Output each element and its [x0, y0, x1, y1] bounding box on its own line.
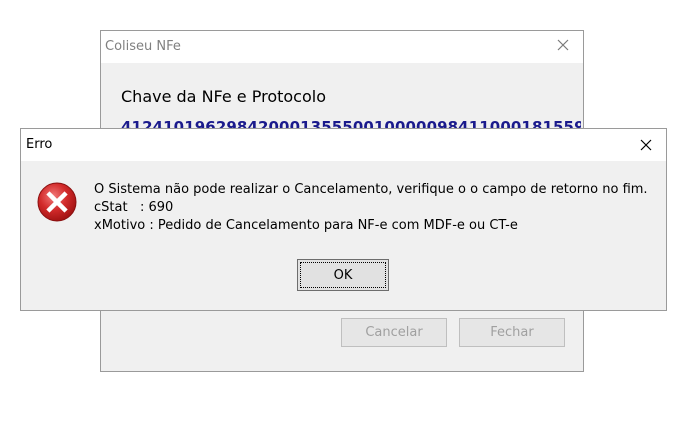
error-dialog: Erro O Sistema não pode realizar o Cance…: [20, 128, 667, 311]
error-dialog-titlebar: Erro: [21, 129, 666, 161]
close-icon[interactable]: [555, 37, 571, 53]
ok-button-label: OK: [300, 262, 386, 288]
coliseu-titlebar: Coliseu NFe: [101, 31, 583, 63]
error-message: O Sistema não pode realizar o Cancelamen…: [94, 181, 648, 235]
error-icon: [36, 181, 78, 223]
close-icon[interactable]: [638, 137, 654, 153]
close-button[interactable]: Fechar: [459, 318, 565, 347]
error-message-line: O Sistema não pode realizar o Cancelamen…: [94, 182, 648, 197]
error-dialog-title: Erro: [26, 137, 53, 152]
key-heading: Chave da NFe e Protocolo: [121, 87, 326, 106]
cancel-button[interactable]: Cancelar: [341, 318, 447, 347]
ok-button[interactable]: OK: [297, 259, 389, 291]
xmotivo-line: xMotivo : Pedido de Cancelamento para NF…: [94, 218, 518, 233]
coliseu-window-title: Coliseu NFe: [105, 39, 181, 54]
cstat-line: cStat : 690: [94, 200, 174, 215]
